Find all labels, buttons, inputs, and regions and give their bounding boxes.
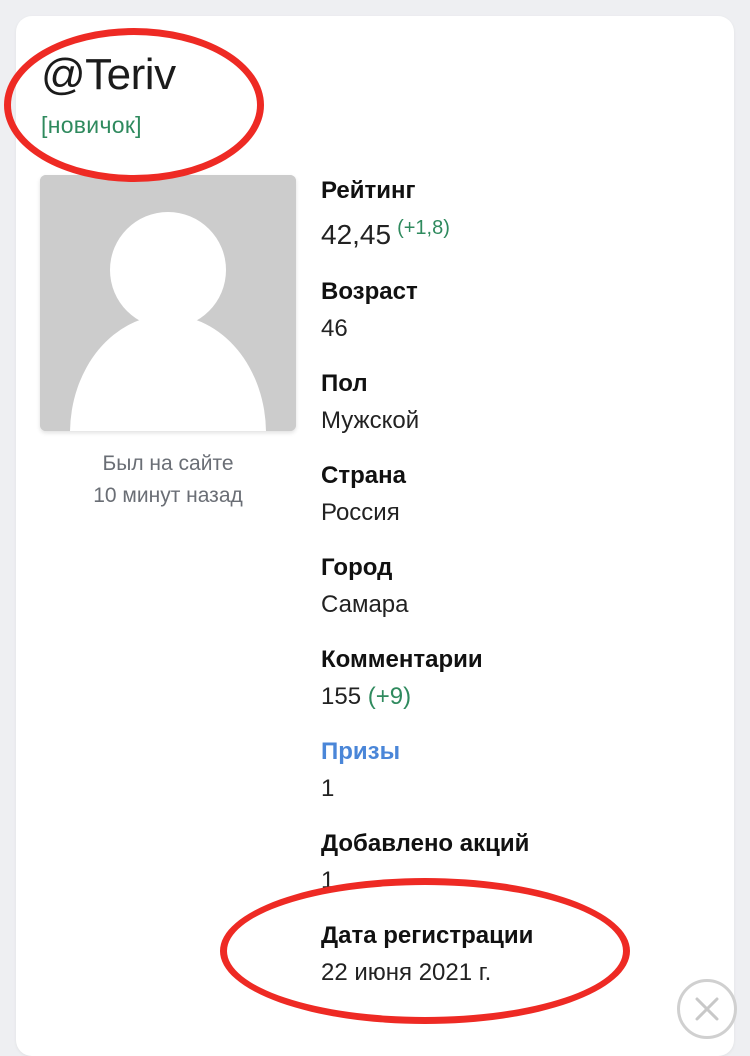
stat-label: Рейтинг bbox=[321, 177, 416, 204]
stat-prizes: Призы 1 bbox=[321, 733, 721, 807]
comments-delta: (+9) bbox=[367, 683, 412, 710]
stat-age: Возраст 46 bbox=[321, 273, 721, 347]
user-rank-badge: [новичок] bbox=[41, 112, 142, 138]
close-icon bbox=[695, 997, 719, 1021]
stat-label: Пол bbox=[321, 370, 368, 397]
comments-value: 155 bbox=[321, 683, 362, 710]
registration-value: 22 июня 2021 г. bbox=[321, 959, 492, 986]
rating-value: 42,45 bbox=[321, 219, 392, 250]
username: @Teriv bbox=[41, 50, 176, 99]
stat-label: Комментарии bbox=[321, 646, 483, 673]
stat-country: Страна Россия bbox=[321, 457, 721, 531]
promos-added-value: 1 bbox=[321, 867, 335, 894]
last-seen-label: Был на сайте bbox=[102, 452, 234, 475]
last-seen-time: 10 минут назад bbox=[93, 484, 243, 507]
last-seen-status: Был на сайте 10 минут назад bbox=[40, 448, 296, 512]
gender-value: Мужской bbox=[321, 407, 420, 434]
stat-city: Город Самара bbox=[321, 549, 721, 623]
age-value: 46 bbox=[321, 315, 348, 342]
prizes-value: 1 bbox=[321, 775, 335, 802]
stat-label: Город bbox=[321, 554, 393, 581]
country-value: Россия bbox=[321, 499, 400, 526]
rating-delta: (+1,8) bbox=[397, 217, 450, 239]
stat-value-row: 42,45 (+1,8) bbox=[321, 210, 721, 255]
stat-label: Возраст bbox=[321, 278, 418, 305]
stat-rating: Рейтинг 42,45 (+1,8) bbox=[321, 172, 721, 255]
default-user-avatar-icon bbox=[40, 175, 296, 431]
stat-label: Дата регистрации bbox=[321, 922, 534, 949]
profile-stats: Рейтинг 42,45 (+1,8) Возраст 46 Пол Мужск… bbox=[321, 172, 721, 1009]
stat-promos-added: Добавлено акций 1 bbox=[321, 825, 721, 899]
stat-gender: Пол Мужской bbox=[321, 365, 721, 439]
stat-label: Страна bbox=[321, 462, 406, 489]
stat-value-row: 155 (+9) bbox=[321, 679, 721, 715]
stat-label: Добавлено акций bbox=[321, 830, 530, 857]
stat-comments: Комментарии 155 (+9) bbox=[321, 641, 721, 715]
avatar bbox=[40, 175, 296, 431]
close-button[interactable] bbox=[677, 979, 737, 1039]
prizes-link[interactable]: Призы bbox=[321, 733, 721, 771]
city-value: Самара bbox=[321, 591, 409, 618]
stat-registration: Дата регистрации 22 июня 2021 г. bbox=[321, 917, 721, 991]
